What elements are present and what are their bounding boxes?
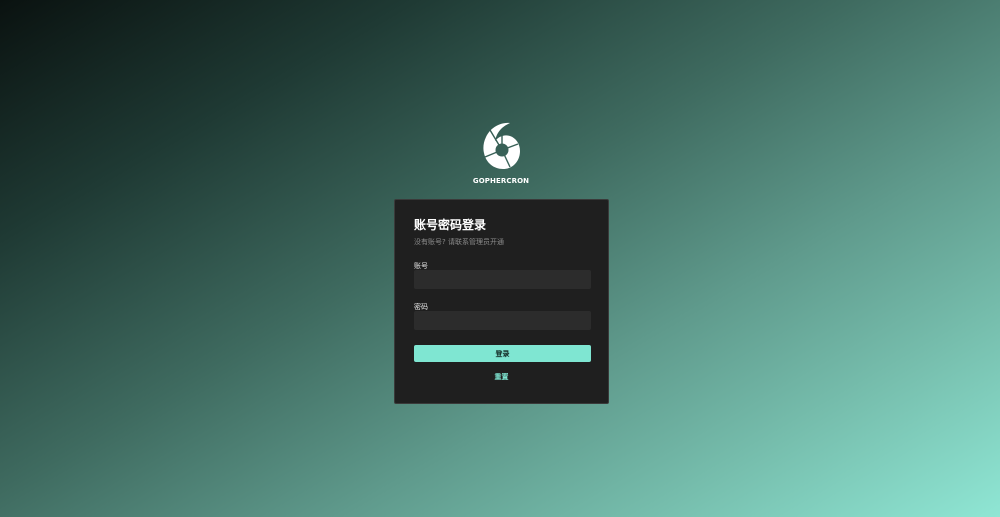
brand-header: GOPHERCRON [0, 120, 1000, 185]
reset-button[interactable]: 重置 [395, 372, 608, 382]
login-button[interactable]: 登录 [414, 345, 591, 362]
account-input[interactable] [414, 270, 591, 289]
aperture-swirl-icon [483, 122, 520, 169]
login-card: 账号密码登录 没有账号? 请联系管理员开通 账号 密码 登录 重置 [394, 199, 609, 404]
login-subtitle: 没有账号? 请联系管理员开通 [414, 238, 504, 246]
login-title: 账号密码登录 [414, 218, 487, 232]
brand-name: GOPHERCRON [472, 177, 530, 185]
password-input[interactable] [414, 311, 591, 330]
